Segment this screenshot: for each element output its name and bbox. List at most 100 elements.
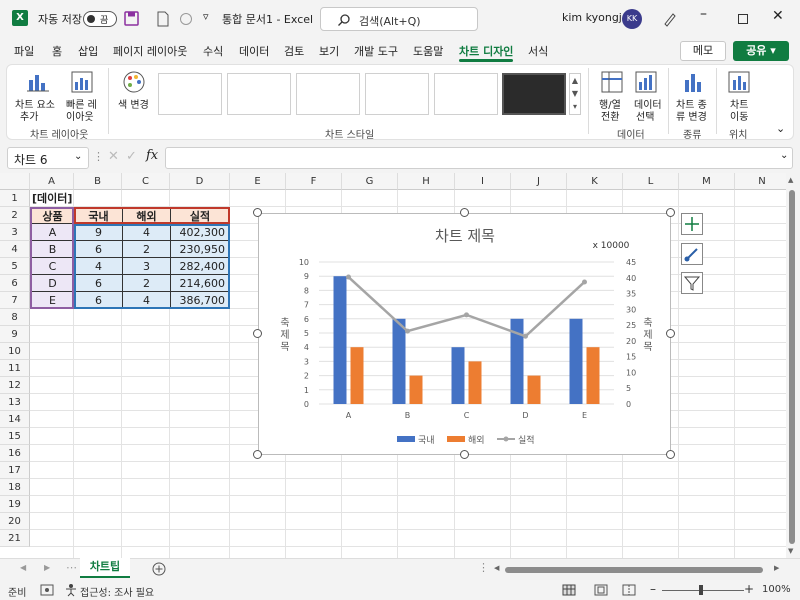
page-layout-view-icon[interactable] (594, 584, 608, 596)
scroll-up-icon[interactable]: ▲ (788, 176, 793, 184)
chart-resize-handle[interactable] (253, 329, 262, 338)
memo-button[interactable]: 메모 (680, 41, 726, 61)
sheet-prev-icon[interactable]: ◀ (20, 563, 26, 572)
zoom-level[interactable]: 100% (762, 584, 791, 595)
style-gallery-scroll[interactable]: ▲ ▼ ▾ (569, 73, 581, 115)
select-data-icon[interactable] (634, 70, 658, 94)
fx-icon[interactable]: fx (146, 148, 158, 163)
row-header-14[interactable]: 14 (0, 411, 30, 428)
accessibility-status[interactable]: 접근성: 조사 필요 (80, 584, 154, 599)
column-header-J[interactable]: J (511, 173, 567, 190)
collapse-ribbon-icon[interactable]: ⌄ (776, 122, 785, 135)
chart-resize-handle[interactable] (253, 208, 262, 217)
close-icon[interactable]: ✕ (772, 8, 784, 24)
table-cell[interactable]: 282,400 (170, 258, 230, 275)
row-header-19[interactable]: 19 (0, 496, 30, 513)
chart-style-4[interactable] (365, 73, 429, 115)
combo-chart[interactable]: 차트 제목 x 10000 0 1 2 3 4 5 6 7 8 9 10 0 5 10 15 20 25 30 35 40… (258, 213, 671, 455)
row-header-13[interactable]: 13 (0, 394, 30, 411)
move-chart-icon[interactable] (727, 70, 751, 94)
customize-qat-icon[interactable]: ▿ (203, 10, 209, 23)
table-cell[interactable]: 3 (122, 258, 170, 275)
chart-resize-handle[interactable] (666, 450, 675, 459)
horizontal-scroll-thumb[interactable] (505, 567, 763, 573)
row-header-3[interactable]: 3 (0, 224, 30, 241)
row-header-16[interactable]: 16 (0, 445, 30, 462)
column-header-A[interactable]: A (30, 173, 74, 190)
row-header-21[interactable]: 21 (0, 530, 30, 547)
chart-resize-handle[interactable] (459, 208, 469, 217)
avatar[interactable]: KK (622, 9, 642, 29)
expand-formula-icon[interactable]: ⌄ (780, 150, 788, 161)
row-header-2[interactable]: 2 (0, 207, 30, 224)
chart-resize-handle[interactable] (253, 450, 262, 459)
change-chart-type-icon[interactable] (681, 70, 705, 94)
macro-record-icon[interactable] (40, 584, 54, 596)
table-cell[interactable]: E (30, 292, 74, 309)
table-cell[interactable]: C (30, 258, 74, 275)
row-header-17[interactable]: 17 (0, 462, 30, 479)
column-header-L[interactable]: L (623, 173, 679, 190)
column-header-D[interactable]: D (170, 173, 230, 190)
tab-review[interactable]: 검토 (284, 43, 304, 59)
tab-page-layout[interactable]: 페이지 레이아웃 (113, 43, 187, 59)
chart-style-1[interactable] (158, 73, 222, 115)
sheet-tab[interactable]: 차트팁 (80, 558, 130, 578)
table-cell[interactable]: 386,700 (170, 292, 230, 309)
normal-view-icon[interactable] (562, 584, 576, 596)
accessibility-icon[interactable] (64, 583, 78, 597)
table-header-cell[interactable]: 상품 (30, 207, 74, 224)
chart-style-2[interactable] (227, 73, 291, 115)
table-cell[interactable]: 9 (74, 224, 122, 241)
chart-resize-handle[interactable] (666, 208, 675, 217)
tab-help[interactable]: 도움말 (413, 43, 443, 59)
save-icon[interactable] (124, 11, 140, 27)
quick-layout-icon[interactable] (70, 70, 94, 94)
undo-circle-icon[interactable] (179, 12, 193, 26)
table-header-cell[interactable]: 해외 (122, 207, 170, 224)
minimize-icon[interactable]: – (700, 6, 707, 22)
cell-a1[interactable]: [데이터] (30, 190, 120, 207)
palette-icon[interactable] (122, 70, 146, 94)
tab-developer[interactable]: 개발 도구 (354, 43, 398, 59)
new-file-icon[interactable] (156, 11, 170, 27)
column-header-M[interactable]: M (679, 173, 735, 190)
zoom-out-icon[interactable]: – (650, 582, 656, 596)
table-cell[interactable]: 402,300 (170, 224, 230, 241)
table-cell[interactable]: D (30, 275, 74, 292)
confirm-icon[interactable]: ✓ (126, 149, 137, 164)
zoom-slider[interactable] (662, 590, 744, 591)
chart-style-5[interactable] (434, 73, 498, 115)
add-sheet-icon[interactable] (152, 562, 166, 576)
tab-file[interactable]: 파일 (14, 43, 34, 59)
column-header-E[interactable]: E (230, 173, 286, 190)
tab-view[interactable]: 보기 (319, 43, 339, 59)
row-header-4[interactable]: 4 (0, 241, 30, 258)
tab-insert[interactable]: 삽입 (78, 43, 98, 59)
chart-resize-handle[interactable] (459, 450, 469, 459)
scroll-down-icon[interactable]: ▼ (788, 547, 793, 555)
row-header-5[interactable]: 5 (0, 258, 30, 275)
tab-format[interactable]: 서식 (528, 43, 548, 59)
row-header-11[interactable]: 11 (0, 360, 30, 377)
row-header-6[interactable]: 6 (0, 275, 30, 292)
row-header-1[interactable]: 1 (0, 190, 30, 207)
formula-input[interactable] (165, 147, 793, 169)
chart-resize-handle[interactable] (666, 329, 675, 338)
table-cell[interactable]: 4 (122, 292, 170, 309)
row-header-9[interactable]: 9 (0, 326, 30, 343)
table-cell[interactable]: 230,950 (170, 241, 230, 258)
cancel-icon[interactable]: ✕ (108, 149, 119, 164)
zoom-slider-thumb[interactable] (699, 585, 703, 595)
tab-chart-design[interactable]: 차트 디자인 (459, 43, 513, 59)
chart-styles-button[interactable] (681, 243, 703, 265)
vertical-scroll-thumb[interactable] (789, 190, 795, 544)
scroll-right-icon[interactable]: ▶ (774, 564, 779, 572)
search-box[interactable]: 검색(Alt+Q) (320, 7, 478, 31)
row-header-20[interactable]: 20 (0, 513, 30, 530)
sheet-next-icon[interactable]: ▶ (44, 563, 50, 572)
table-cell[interactable]: 6 (74, 275, 122, 292)
table-cell[interactable]: 4 (122, 224, 170, 241)
maximize-icon[interactable] (738, 14, 748, 24)
table-cell[interactable]: B (30, 241, 74, 258)
